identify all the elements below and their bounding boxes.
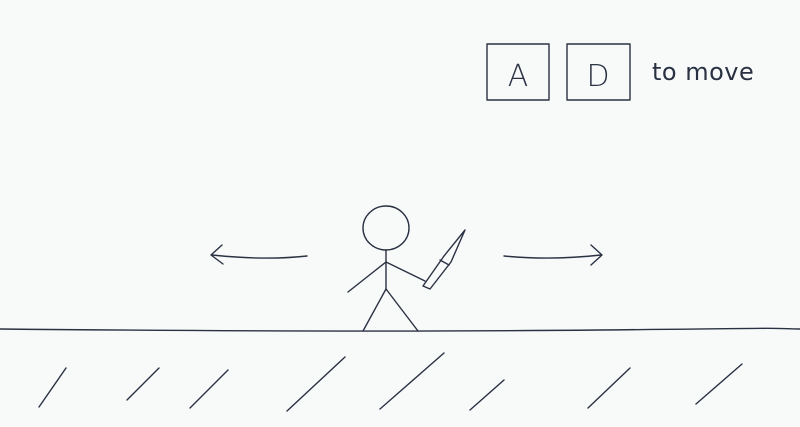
arrow-right-icon — [503, 244, 603, 266]
move-hint-text: to move — [652, 58, 754, 86]
player-head — [362, 205, 410, 251]
game-canvas: A D to move — [0, 43, 800, 412]
key-d[interactable]: D — [566, 43, 631, 101]
sword-icon — [422, 229, 466, 290]
key-a[interactable]: A — [486, 43, 550, 101]
controls-hint: A D to move — [486, 43, 754, 101]
ground-line — [0, 327, 800, 332]
arrow-left-icon — [210, 244, 308, 265]
player-left-leg — [362, 288, 387, 332]
player-right-leg — [385, 288, 419, 332]
player-character — [347, 205, 466, 332]
ground-hatching — [38, 352, 743, 412]
game-stage: A D to move — [0, 0, 800, 427]
player-left-arm — [347, 261, 387, 293]
player-right-arm — [385, 261, 426, 282]
key-d-label: D — [586, 59, 609, 94]
key-a-label: A — [508, 59, 529, 94]
ground — [0, 327, 800, 412]
